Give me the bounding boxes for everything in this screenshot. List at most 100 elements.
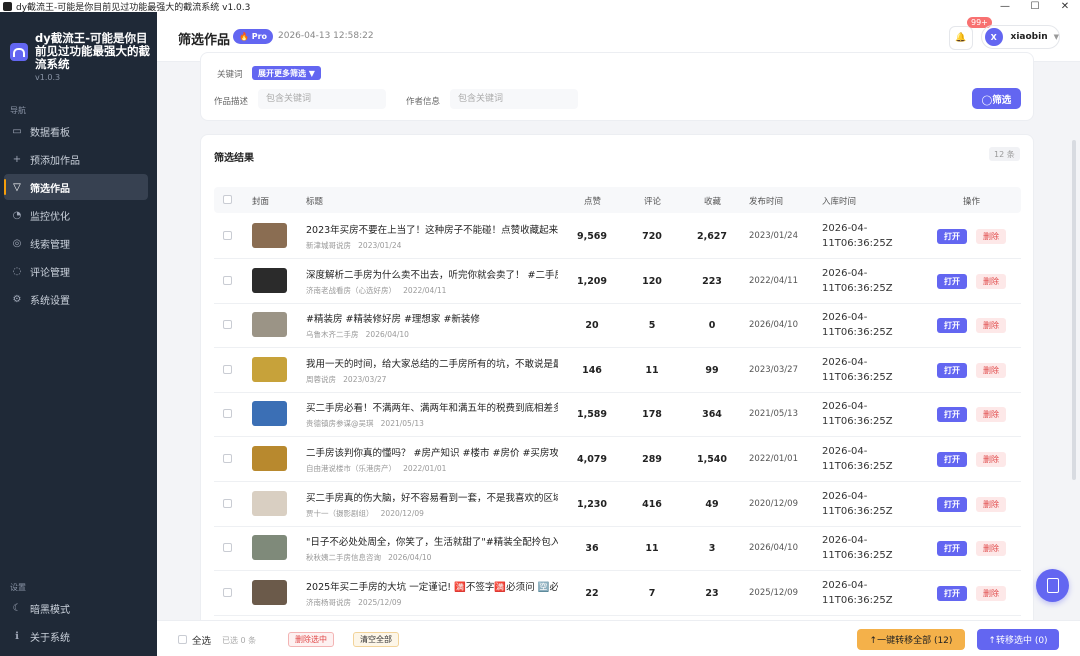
bell-icon[interactable]: 🔔 <box>949 26 973 50</box>
open-button[interactable]: 打开 <box>937 407 967 423</box>
open-button[interactable]: 打开 <box>937 229 967 244</box>
table-row: "日子不必处处周全，你笑了，生活就甜了"#精装全配拎包入住 ... 秋秋姨二手房… <box>214 526 1021 572</box>
sidebar: dy截流王-可能是你目前见过功能最强大的截流系统 v1.0.3 导航 ▭ 数据看板… <box>0 12 157 656</box>
row-inserted: 2026-04- 11T06:36:25Z <box>822 401 893 428</box>
delete-button[interactable]: 删除 <box>976 496 1006 512</box>
table-row: 二手房该判你真的懂吗？ #房产知识 #楼市 #房价 #买房攻略 自由港说楼市（乐… <box>214 437 1021 482</box>
transfer-all-button[interactable]: ↑一键转移全部 (12) <box>857 629 965 650</box>
row-comments: 120 <box>642 275 662 287</box>
timestamp: 2026-04-13 12:58:22 <box>278 31 374 41</box>
row-comments: 178 <box>642 409 662 421</box>
user-menu[interactable]: X xiaobin ▼ <box>981 25 1060 49</box>
sidebar-item-about[interactable]: ℹ 关于系统 <box>4 623 148 649</box>
dashboard-icon: ▭ <box>12 125 22 137</box>
comment-icon: ◌ <box>12 265 22 277</box>
table-row: #精装房 #精装修好房 #理想家 #新装修 乌鲁木齐二手房 2026/04/10… <box>214 303 1021 349</box>
minimize-icon[interactable]: — <box>990 0 1020 12</box>
row-published: 2023/03/27 <box>749 364 798 375</box>
page-title: 筛选作品 <box>178 33 231 48</box>
row-comments: 7 <box>648 587 656 599</box>
row-comments: 11 <box>645 543 659 555</box>
row-checkbox[interactable] <box>223 275 232 285</box>
brand: dy截流王-可能是你目前见过功能最强大的截流系统 v1.0.3 <box>0 12 157 82</box>
sidebar-item-pre-add[interactable]: + 预添加作品 <box>4 146 148 172</box>
row-published: 2021/05/13 <box>749 409 798 420</box>
open-button[interactable]: 打开 <box>937 585 967 601</box>
settings-section-label: 设置 <box>10 583 26 592</box>
sidebar-item-filter-works[interactable]: ▽ 筛选作品 <box>4 174 148 200</box>
row-checkbox[interactable] <box>223 543 232 553</box>
sidebar-item-leads[interactable]: ◎ 线索管理 <box>4 230 148 256</box>
open-button[interactable]: 打开 <box>937 318 967 334</box>
scrollbar[interactable] <box>1072 140 1076 480</box>
row-checkbox[interactable] <box>223 231 232 240</box>
author-label: 作者信息 <box>406 97 441 107</box>
col-likes: 点赞 <box>584 197 602 207</box>
row-author: 济南老战看房（心选好房） 2022/04/11 <box>306 285 447 295</box>
filter-button[interactable]: ◯筛选 <box>972 88 1021 109</box>
row-published: 2025/12/09 <box>749 587 798 598</box>
open-button[interactable]: 打开 <box>937 541 967 557</box>
sidebar-item-label: 监控优化 <box>30 211 70 223</box>
row-published: 2023/01/24 <box>749 231 798 241</box>
row-checkbox[interactable] <box>223 587 232 597</box>
row-favorites: 49 <box>705 498 719 510</box>
gear-icon: ⚙ <box>12 293 22 305</box>
keyword-label: 关键词 <box>217 70 243 80</box>
row-title: "日子不必处处周全，你笑了，生活就甜了"#精装全配拎包入住 ... <box>306 537 558 549</box>
sidebar-item-comments[interactable]: ◌ 评论管理 <box>4 258 148 284</box>
delete-button[interactable]: 删除 <box>976 273 1006 289</box>
sidebar-item-dark-mode[interactable]: ☾ 暗黑模式 <box>4 595 148 621</box>
row-checkbox[interactable] <box>223 320 232 330</box>
desc-input[interactable] <box>258 89 386 109</box>
sidebar-item-monitor[interactable]: ◔ 监控优化 <box>4 202 148 228</box>
document-icon[interactable] <box>1036 569 1069 602</box>
select-all-checkbox[interactable] <box>178 635 187 644</box>
row-published: 2026/04/10 <box>749 543 798 554</box>
delete-button[interactable]: 删除 <box>976 362 1006 378</box>
results-title: 筛选结果 <box>214 153 254 164</box>
row-likes: 22 <box>585 587 599 599</box>
expand-filters-button[interactable]: 展开更多筛选 ▼ <box>252 66 321 80</box>
target-icon: ◎ <box>12 237 22 249</box>
close-icon[interactable]: ✕ <box>1050 0 1080 12</box>
row-checkbox[interactable] <box>223 409 232 419</box>
row-title: 二手房该判你真的懂吗？ #房产知识 #楼市 #房价 #买房攻略 <box>306 448 558 459</box>
transfer-selected-button[interactable]: ↑转移选中 (0) <box>977 629 1059 650</box>
sidebar-item-label: 暗黑模式 <box>30 604 70 616</box>
open-button[interactable]: 打开 <box>937 362 967 378</box>
row-checkbox[interactable] <box>223 364 232 374</box>
delete-button[interactable]: 删除 <box>976 541 1006 557</box>
row-likes: 36 <box>585 543 599 555</box>
row-inserted: 2026-04- 11T06:36:25Z <box>822 267 893 294</box>
open-button[interactable]: 打开 <box>937 496 967 512</box>
sidebar-item-dashboard[interactable]: ▭ 数据看板 <box>4 118 148 144</box>
delete-selected-button[interactable]: 删除选中 <box>288 632 334 647</box>
avatar: X <box>985 28 1003 46</box>
delete-button[interactable]: 删除 <box>976 229 1006 244</box>
delete-button[interactable]: 删除 <box>976 452 1006 467</box>
delete-button[interactable]: 删除 <box>976 585 1006 601</box>
delete-button[interactable]: 删除 <box>976 407 1006 423</box>
moon-icon: ☾ <box>12 602 22 614</box>
select-all-label[interactable]: 全选 <box>192 633 211 647</box>
open-button[interactable]: 打开 <box>937 273 967 289</box>
open-button[interactable]: 打开 <box>937 452 967 467</box>
row-published: 2026/04/10 <box>749 320 798 331</box>
header-checkbox[interactable] <box>223 195 232 204</box>
row-favorites: 364 <box>702 409 722 421</box>
delete-button[interactable]: 删除 <box>976 318 1006 334</box>
row-title: 深度解析二手房为什么卖不出去，听完你就会卖了！ #二手房 #... <box>306 269 558 281</box>
cover-thumbnail <box>252 535 287 561</box>
clear-all-button[interactable]: 清空全部 <box>353 632 399 647</box>
row-checkbox[interactable] <box>223 498 232 508</box>
chevron-down-icon: ▼ <box>1053 33 1059 41</box>
col-title: 标题 <box>306 197 324 207</box>
maximize-icon[interactable]: ☐ <box>1020 0 1050 12</box>
author-input[interactable] <box>450 89 578 109</box>
sidebar-item-settings[interactable]: ⚙ 系统设置 <box>4 286 148 312</box>
row-checkbox[interactable] <box>223 454 232 463</box>
pro-badge: 🔥 Pro <box>233 29 274 44</box>
row-favorites: 0 <box>708 320 716 332</box>
row-likes: 1,209 <box>576 275 608 287</box>
